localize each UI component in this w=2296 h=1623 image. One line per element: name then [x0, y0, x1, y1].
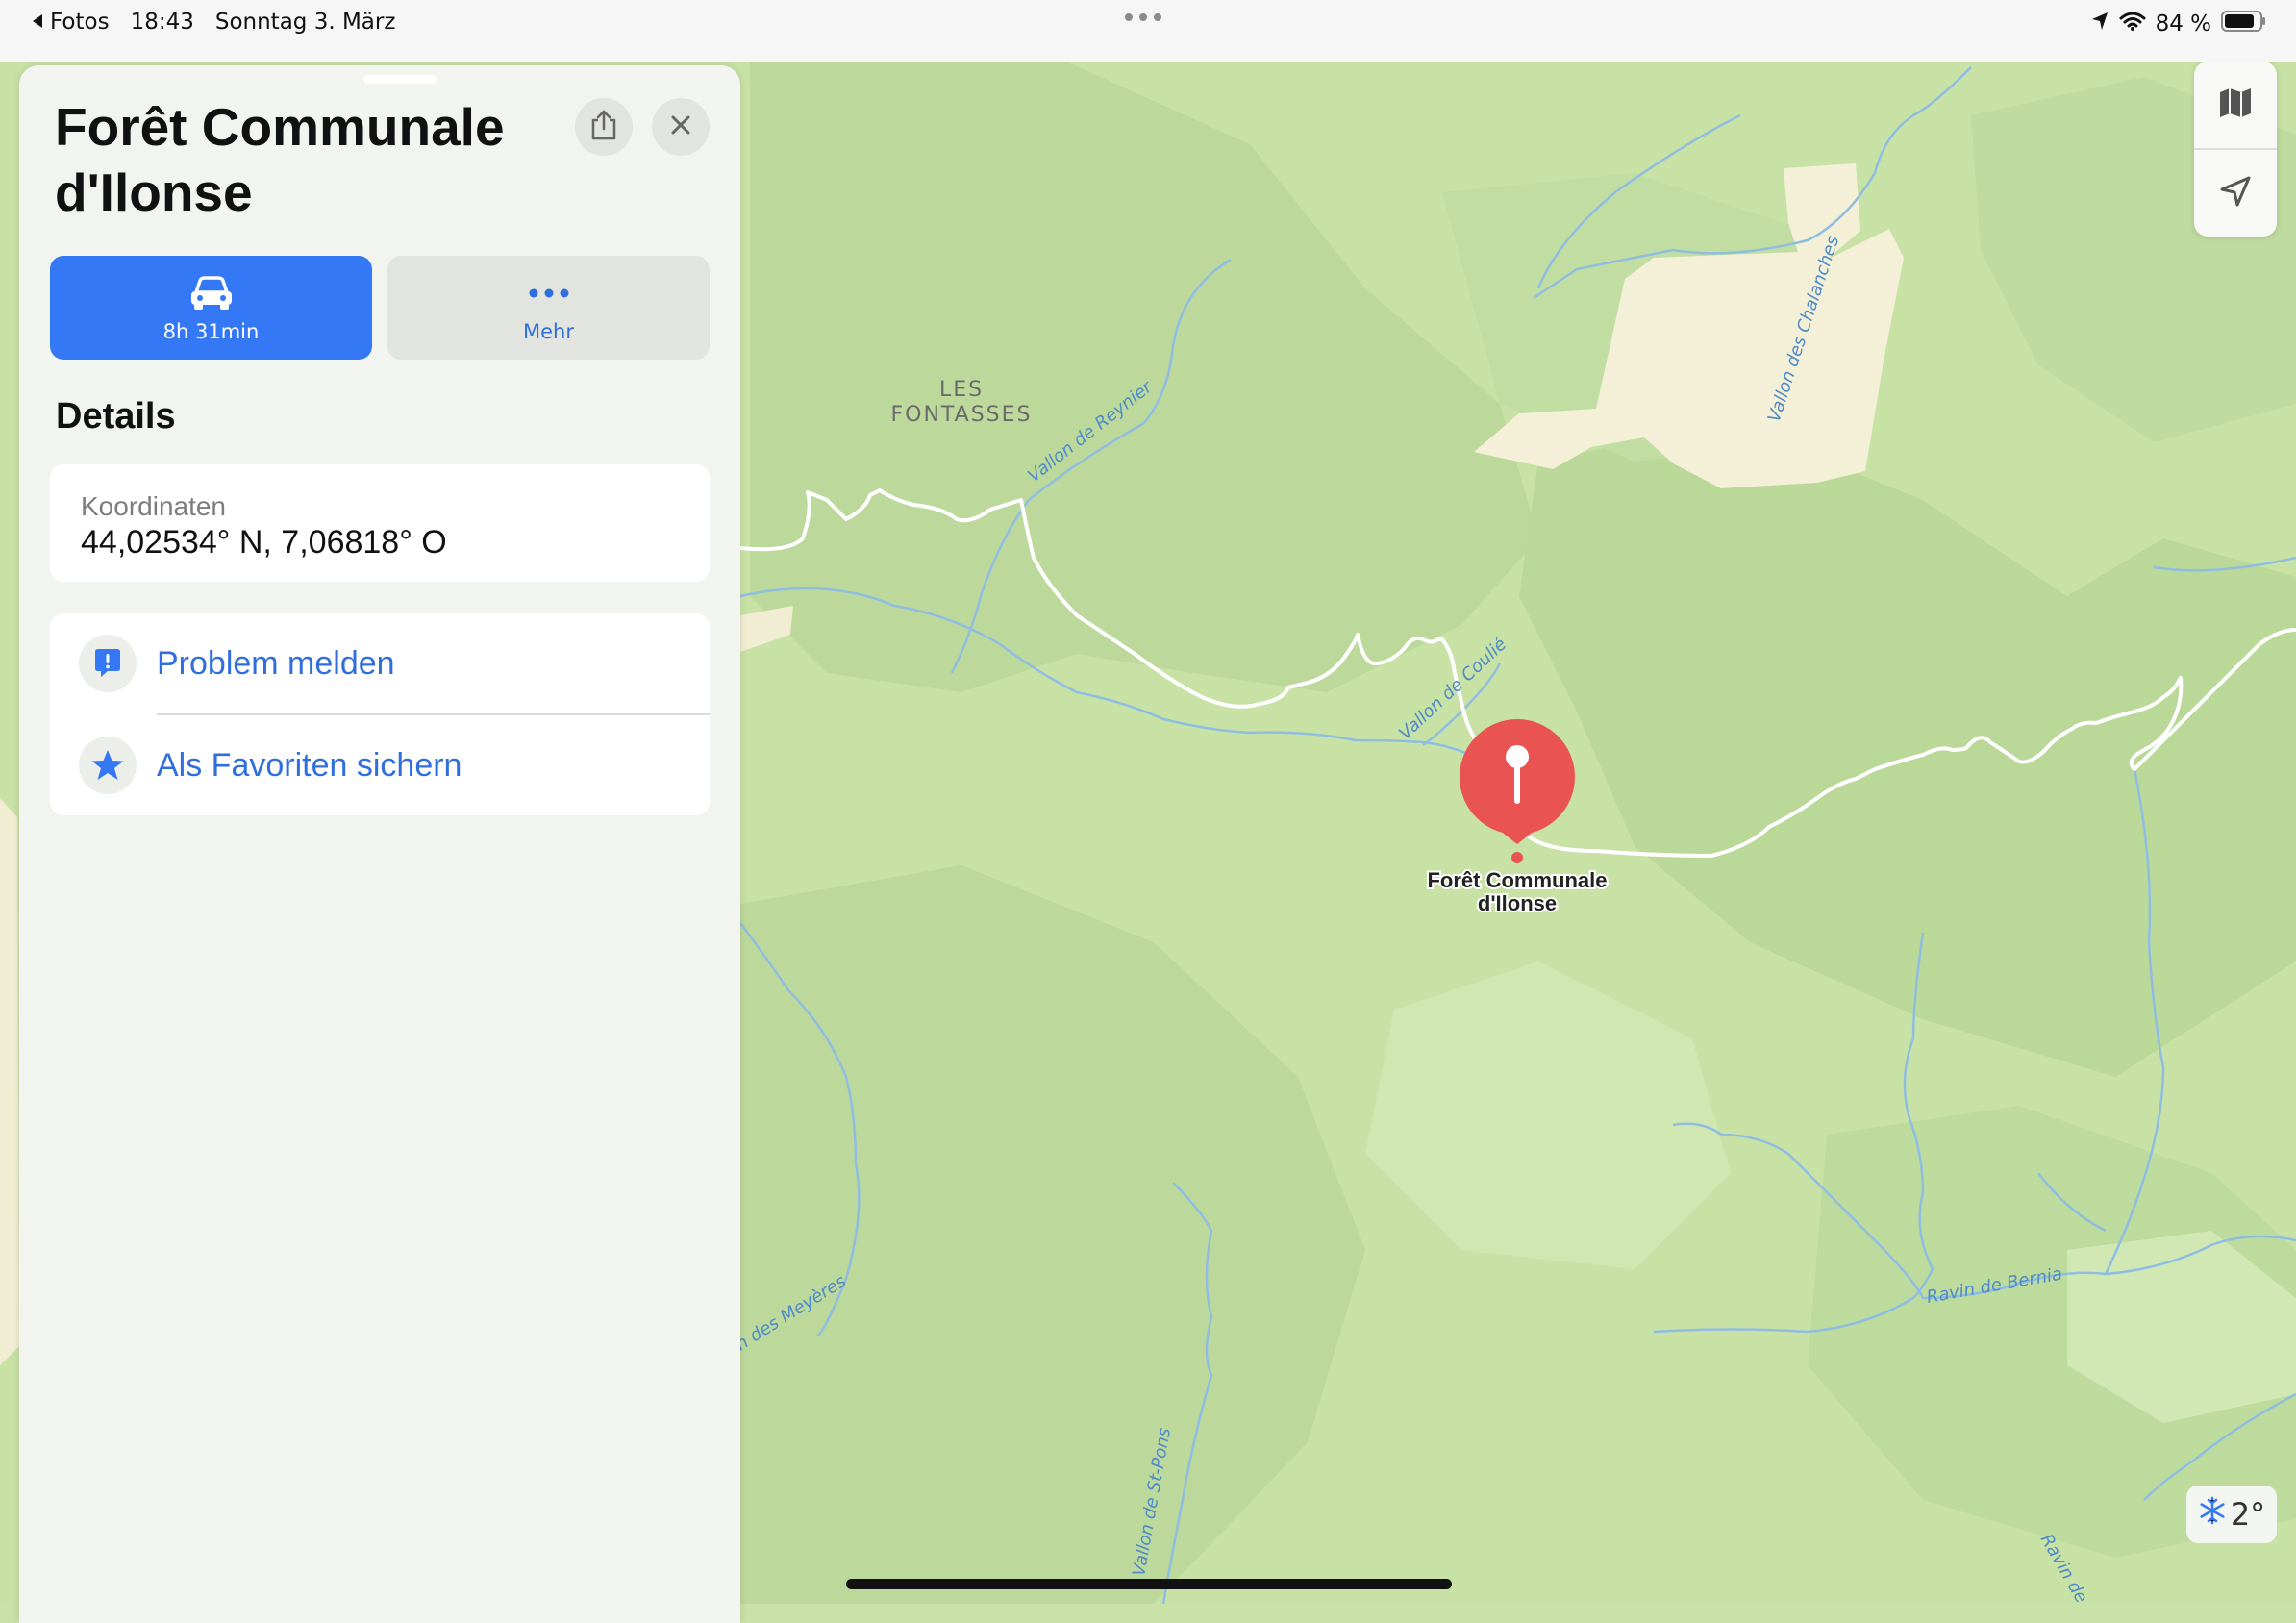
drive-time-label: 8h 31min [162, 320, 260, 343]
back-app-label: Fotos [50, 10, 110, 35]
more-label: Mehr [523, 320, 574, 343]
location-arrow-outline-icon [2218, 174, 2253, 213]
battery-percent: 84 % [2155, 12, 2211, 37]
map-icon [2218, 87, 2253, 124]
ellipsis-icon [528, 272, 570, 314]
multitasking-dots[interactable] [1125, 13, 1161, 21]
location-arrow-icon [2090, 11, 2109, 37]
map-mode-button[interactable] [2194, 62, 2277, 148]
back-to-app-link[interactable]: Fotos [31, 10, 110, 35]
report-bubble-icon [79, 635, 137, 692]
pin-label-line1: Forêt Communale [1427, 868, 1607, 892]
place-label-line1: LES [939, 378, 984, 402]
share-icon [589, 109, 618, 146]
battery-icon [2221, 10, 2267, 38]
track-location-button[interactable] [2194, 150, 2277, 237]
back-triangle-icon [31, 10, 44, 35]
coordinates-card[interactable]: Koordinaten 44,02534° N, 7,06818° O [50, 464, 710, 582]
actions-card: Problem melden Als Favoriten sichern [50, 613, 710, 815]
sheet-grabber[interactable] [363, 75, 437, 84]
temperature-label: 2° [2230, 1496, 2266, 1533]
status-bar: Fotos 18:43 Sonntag 3. März 84 % [0, 0, 2296, 62]
details-heading: Details [56, 396, 176, 437]
place-label-line2: FONTASSES [890, 403, 1032, 427]
close-button[interactable] [652, 98, 710, 156]
place-title: Forêt Communale d'Ilonse [55, 97, 505, 222]
weather-badge[interactable]: 2° [2186, 1486, 2277, 1543]
coordinates-value: 44,02534° N, 7,06818° O [81, 524, 447, 561]
place-card-panel: Forêt Communale d'Ilonse 8h 31min Mehr D… [19, 65, 740, 1623]
report-problem-label: Problem melden [157, 644, 395, 682]
snowflake-icon [2198, 1496, 2227, 1533]
map-controls [2194, 62, 2277, 237]
clearing-area [0, 798, 19, 1365]
status-time: 18:43 [130, 10, 194, 35]
coordinates-label: Koordinaten [81, 491, 227, 521]
more-button[interactable]: Mehr [387, 256, 710, 360]
add-favorite-row[interactable]: Als Favoriten sichern [50, 715, 710, 815]
car-icon [188, 272, 235, 314]
report-problem-row[interactable]: Problem melden [50, 613, 710, 713]
star-icon [79, 737, 137, 794]
wifi-icon [2119, 11, 2146, 37]
status-date: Sonntag 3. März [214, 10, 396, 35]
close-icon [669, 113, 692, 141]
drive-directions-button[interactable]: 8h 31min [50, 256, 372, 360]
add-favorite-label: Als Favoriten sichern [157, 746, 462, 784]
home-indicator[interactable] [846, 1579, 1452, 1589]
pin-label-line2: d'Ilonse [1478, 891, 1557, 915]
share-button[interactable] [575, 98, 633, 156]
